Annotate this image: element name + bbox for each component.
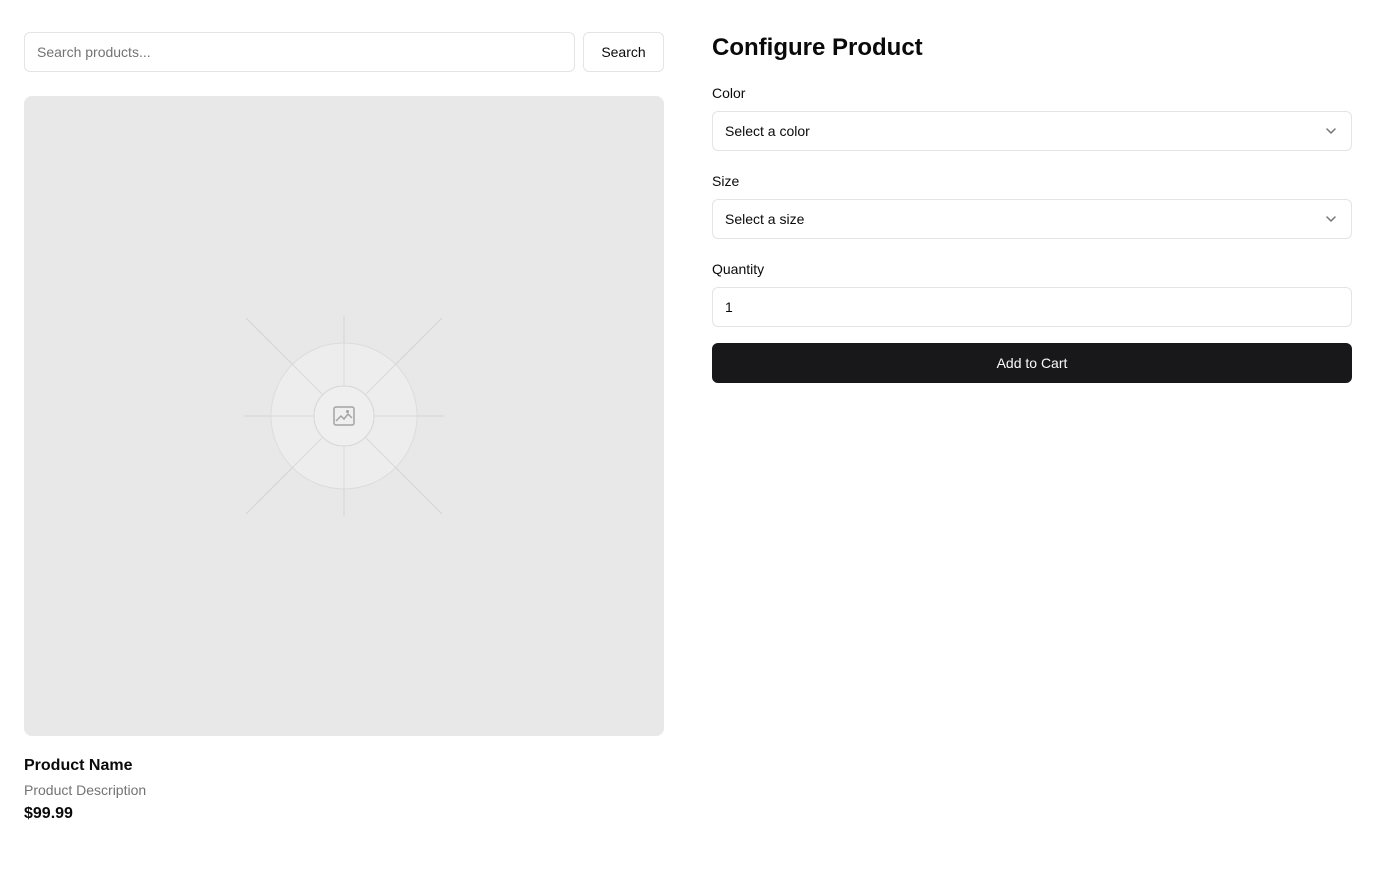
size-select-value: Select a size	[725, 211, 805, 227]
chevron-down-icon	[1326, 128, 1336, 134]
add-to-cart-button[interactable]: Add to Cart	[712, 343, 1352, 383]
quantity-label: Quantity	[712, 261, 765, 277]
search-button[interactable]: Search	[583, 32, 664, 72]
page: Search products... Search Product Name P…	[0, 0, 1376, 872]
size-select[interactable]: Select a size	[712, 199, 1352, 239]
product-name: Product Name	[24, 757, 133, 774]
image-placeholder-icon	[333, 406, 355, 426]
search-input[interactable]	[24, 32, 575, 72]
chevron-down-icon	[1326, 216, 1336, 222]
configure-panel: Configure Product Color Select a color S…	[712, 32, 1352, 383]
page-title: Configure Product	[712, 34, 923, 61]
quantity-input[interactable]	[712, 287, 1352, 327]
product-description: Product Description	[24, 782, 147, 798]
size-label: Size	[712, 173, 740, 189]
color-label: Color	[712, 85, 746, 101]
product-image	[24, 96, 664, 736]
color-select[interactable]: Select a color	[712, 111, 1352, 151]
product-price: $99.99	[24, 805, 73, 822]
product-panel: Search products... Search Product Name P…	[24, 32, 664, 824]
search-bar: Search	[24, 32, 664, 72]
color-select-value: Select a color	[725, 123, 810, 139]
